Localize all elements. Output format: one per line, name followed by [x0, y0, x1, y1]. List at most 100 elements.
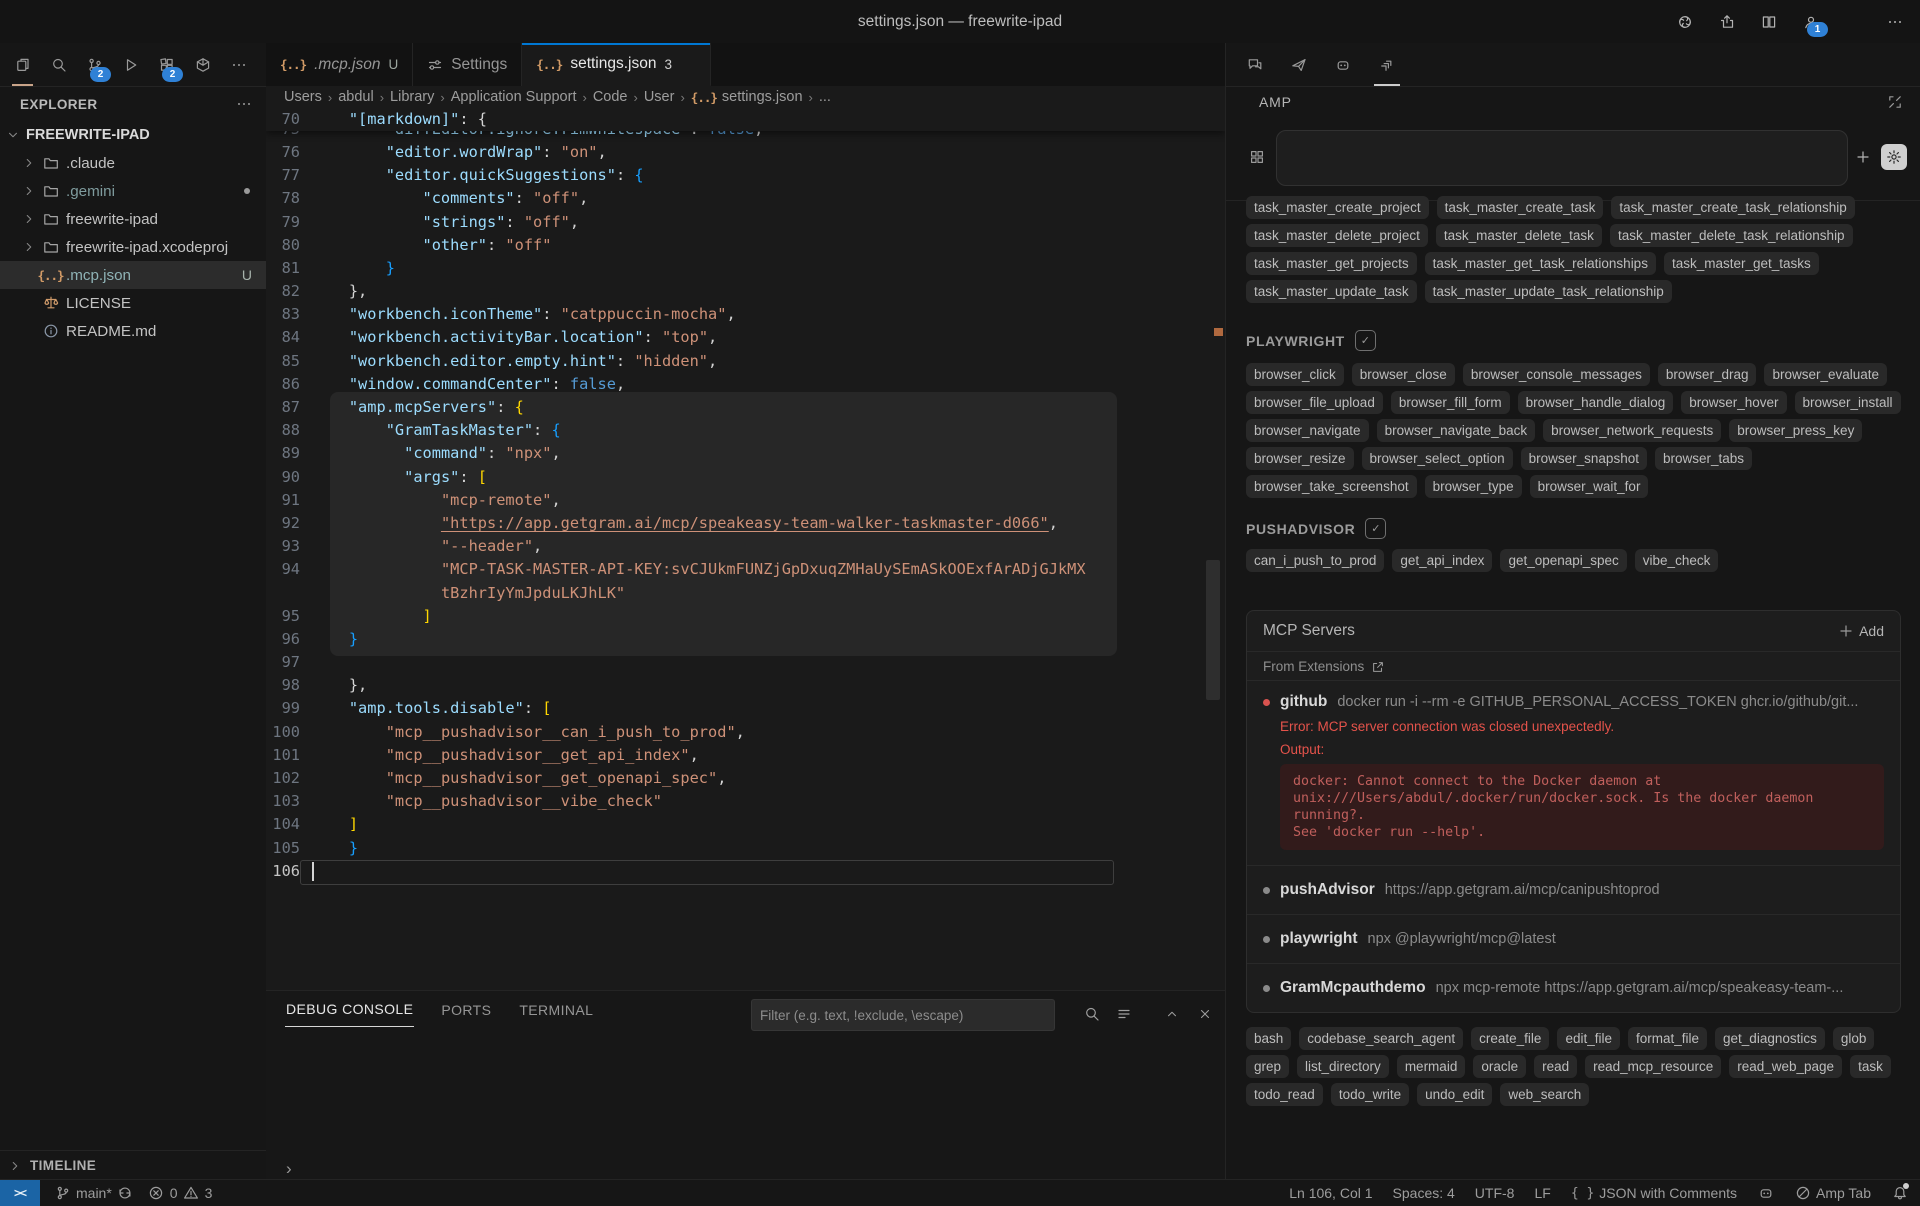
tool-chip[interactable]: mermaid — [1397, 1055, 1466, 1078]
tool-chip[interactable]: bash — [1246, 1027, 1291, 1050]
code-line[interactable]: 85 "workbench.editor.empty.hint": "hidde… — [266, 350, 1225, 373]
tool-chip[interactable]: browser_wait_for — [1530, 475, 1649, 498]
breadcrumb-item[interactable]: Code — [593, 89, 628, 105]
git-branch-item[interactable]: main* — [54, 1185, 134, 1202]
tool-chip[interactable]: can_i_push_to_prod — [1246, 549, 1384, 572]
activity-run-debug-icon[interactable] — [114, 44, 147, 86]
code-line[interactable]: 80 "other": "off" — [266, 234, 1225, 257]
tool-chip[interactable]: vibe_check — [1635, 549, 1719, 572]
tool-chip[interactable]: todo_read — [1246, 1083, 1323, 1106]
code-line[interactable]: 76 "editor.wordWrap": "on", — [266, 141, 1225, 164]
panel-tab-debug-console[interactable]: DEBUG CONSOLE — [285, 992, 414, 1027]
settings-gear-icon[interactable] — [1842, 11, 1864, 33]
close-panel-icon[interactable] — [1194, 1003, 1216, 1025]
add-context-icon[interactable] — [1850, 144, 1876, 170]
encoding-item[interactable]: UTF-8 — [1475, 1185, 1515, 1201]
tree-item-freewrite-ipad-xcodeproj[interactable]: freewrite-ipad.xcodeproj — [0, 233, 266, 261]
breadcrumb-item[interactable]: abdul — [338, 89, 373, 105]
tool-chip[interactable]: task_master_delete_task_relationship — [1610, 224, 1853, 247]
language-mode-item[interactable]: { }JSON with Comments — [1571, 1185, 1737, 1201]
activity-files-icon[interactable] — [6, 44, 39, 86]
tool-chip[interactable]: browser_evaluate — [1764, 363, 1887, 386]
tool-chip[interactable]: read — [1534, 1055, 1577, 1078]
share-icon[interactable] — [1716, 11, 1738, 33]
tool-chip[interactable]: task_master_get_tasks — [1664, 252, 1819, 275]
explorer-more-icon[interactable] — [236, 96, 252, 112]
code-line[interactable]: 90 "args": [ — [266, 466, 1225, 489]
tree-item-readme-md[interactable]: README.md — [0, 317, 266, 345]
breadcrumb-item[interactable]: Library — [390, 89, 434, 105]
code-line[interactable]: tBzhrIyYmJpduLKJhLK" — [266, 582, 1225, 605]
code-line[interactable]: 79 "strings": "off", — [266, 211, 1225, 234]
tool-chip[interactable]: browser_hover — [1681, 391, 1786, 414]
tool-chip[interactable]: browser_select_option — [1362, 447, 1513, 470]
tool-chip[interactable]: browser_take_screenshot — [1246, 475, 1417, 498]
activity-remote-explorer-icon[interactable] — [186, 44, 219, 86]
code-line[interactable]: 92 "https://app.getgram.ai/mcp/speakeasy… — [266, 512, 1225, 535]
code-line[interactable]: 105 } — [266, 837, 1225, 860]
tool-chip[interactable]: glob — [1833, 1027, 1875, 1050]
tool-chip[interactable]: task_master_get_projects — [1246, 252, 1417, 275]
amp-settings-icon[interactable] — [1881, 144, 1907, 170]
code-line[interactable]: 99 "amp.tools.disable": [ — [266, 697, 1225, 720]
code-line[interactable]: 84 "workbench.activityBar.location": "to… — [266, 326, 1225, 349]
remote-indicator[interactable]: >< — [0, 1180, 40, 1206]
tab--mcp-json[interactable]: {..}.mcp.jsonU — [266, 43, 413, 86]
code-line[interactable]: 103 "mcp__pushadvisor__vibe_check" — [266, 790, 1225, 813]
tree-item-freewrite-ipad[interactable]: freewrite-ipad — [0, 205, 266, 233]
code-line[interactable]: 78 "comments": "off", — [266, 187, 1225, 210]
debug-filter-input[interactable] — [751, 999, 1055, 1031]
sticky-scroll-line[interactable]: 70 "[markdown]": { — [266, 108, 1225, 131]
tool-chip[interactable]: undo_edit — [1417, 1083, 1492, 1106]
tool-chip[interactable]: edit_file — [1557, 1027, 1620, 1050]
tool-chip[interactable]: web_search — [1500, 1083, 1589, 1106]
tool-chip[interactable]: get_diagnostics — [1715, 1027, 1825, 1050]
tool-chip[interactable]: oracle — [1473, 1055, 1526, 1078]
activity-more-icon[interactable] — [222, 44, 255, 86]
mcp-server-row[interactable]: playwrightnpx @playwright/mcp@latest — [1263, 927, 1884, 951]
tool-chip[interactable]: task_master_get_task_relationships — [1425, 252, 1656, 275]
section-checkbox[interactable]: ✓ — [1355, 330, 1376, 351]
tool-chip[interactable]: browser_close — [1352, 363, 1455, 386]
notifications-item[interactable] — [1891, 1185, 1908, 1202]
account-icon[interactable]: 1 — [1800, 11, 1822, 33]
mcp-server-row[interactable]: pushAdvisorhttps://app.getgram.ai/mcp/ca… — [1263, 878, 1884, 902]
timeline-section[interactable]: TIMELINE — [0, 1150, 266, 1180]
tree-item--mcp-json[interactable]: {..}.mcp.jsonU — [0, 261, 266, 289]
tool-chip[interactable]: codebase_search_agent — [1299, 1027, 1463, 1050]
tree-item--gemini[interactable]: .gemini — [0, 177, 266, 205]
copilot-item[interactable] — [1757, 1185, 1774, 1202]
panel-tab-ports[interactable]: PORTS — [440, 993, 492, 1027]
ai-swirl-icon[interactable] — [1674, 11, 1696, 33]
tool-chip[interactable]: task_master_update_task_relationship — [1425, 280, 1672, 303]
code-line[interactable]: 86 "window.commandCenter": false, — [266, 373, 1225, 396]
breadcrumb-item[interactable]: Application Support — [451, 89, 577, 105]
breadcrumb-item[interactable]: {..}settings.json — [691, 89, 803, 105]
eol-item[interactable]: LF — [1534, 1185, 1550, 1201]
tool-chip[interactable]: browser_type — [1425, 475, 1522, 498]
tool-chip[interactable]: task_master_update_task — [1246, 280, 1417, 303]
tool-chip[interactable]: get_openapi_spec — [1500, 549, 1626, 572]
close-icon[interactable] — [682, 56, 696, 73]
mcp-server-row[interactable]: GramMcpauthdemonpx mcp-remote https://ap… — [1263, 976, 1884, 1000]
tree-item--claude[interactable]: .claude — [0, 149, 266, 177]
tool-chip[interactable]: browser_install — [1795, 391, 1901, 414]
tool-chip[interactable]: task — [1850, 1055, 1891, 1078]
expand-panel-icon[interactable] — [1885, 92, 1905, 112]
tool-chip[interactable]: browser_snapshot — [1521, 447, 1647, 470]
tool-chip[interactable]: create_file — [1471, 1027, 1549, 1050]
mcp-server-row[interactable]: githubdocker run -i --rm -e GITHUB_PERSO… — [1263, 690, 1884, 714]
tool-chip[interactable]: grep — [1246, 1055, 1289, 1078]
tool-chip[interactable]: browser_console_messages — [1463, 363, 1650, 386]
debug-repl-prompt[interactable]: › — [286, 1159, 292, 1179]
aux-tab-paper-plane-icon[interactable] — [1282, 43, 1316, 86]
tool-chip[interactable]: task_master_create_project — [1246, 196, 1429, 219]
code-line[interactable]: 82 }, — [266, 280, 1225, 303]
tool-chip[interactable]: browser_click — [1246, 363, 1344, 386]
tool-chip[interactable]: browser_network_requests — [1543, 419, 1721, 442]
indentation-item[interactable]: Spaces: 4 — [1393, 1185, 1455, 1201]
tool-chip[interactable]: browser_tabs — [1655, 447, 1752, 470]
breadcrumb-item[interactable]: Users — [284, 89, 322, 105]
maximize-panel-icon[interactable] — [1161, 1003, 1183, 1025]
tool-chip[interactable]: list_directory — [1297, 1055, 1389, 1078]
